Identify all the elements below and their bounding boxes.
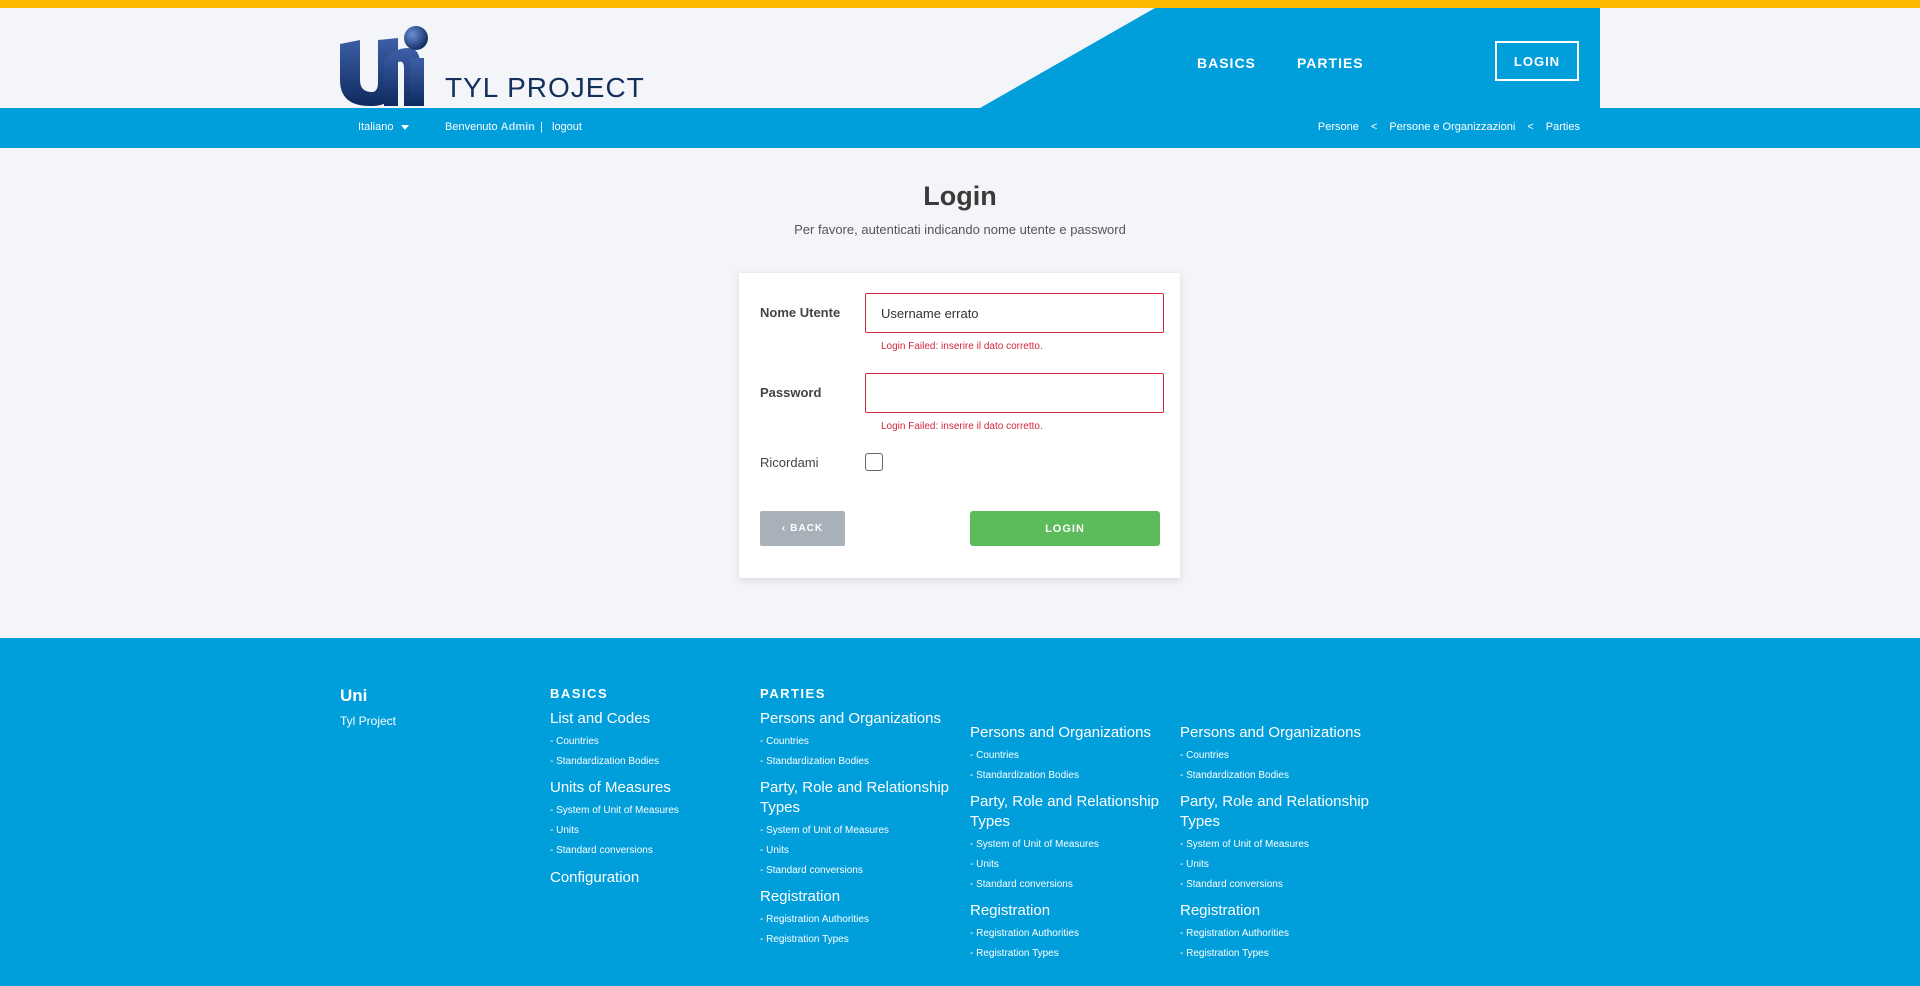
footer-section-title[interactable]: Registration — [1180, 901, 1370, 921]
footer-link[interactable]: - Countries — [970, 746, 1160, 766]
password-label: Password — [760, 385, 822, 400]
footer-link[interactable]: - System of Unit of Measures — [760, 821, 950, 841]
back-button[interactable]: ‹ BACK — [760, 511, 845, 546]
footer-brand-name: Uni — [340, 686, 368, 705]
chevron-down-icon — [401, 124, 410, 130]
footer-section-title[interactable]: Party, Role and Relationship Types — [1180, 792, 1370, 832]
footer-parties-column-1: PARTIES Persons and Organizations - Coun… — [760, 686, 950, 950]
footer-basics-column: BASICS List and Codes - Countries - Stan… — [550, 686, 740, 886]
footer-link[interactable]: - Countries — [550, 732, 740, 752]
logout-link[interactable]: logout — [552, 121, 582, 133]
welcome-message: Benvenuto Admin — [445, 121, 535, 133]
footer-link[interactable]: - Registration Types — [970, 944, 1160, 964]
nav-parties[interactable]: PARTIES — [1297, 55, 1364, 71]
logo-text: TYL PROJECT — [445, 72, 645, 103]
footer-link[interactable]: - Registration Types — [760, 930, 950, 950]
footer-link[interactable]: - Units — [970, 855, 1160, 875]
footer-section-title[interactable]: Registration — [970, 901, 1160, 921]
language-selector[interactable]: Italiano — [358, 121, 410, 133]
footer-link[interactable]: - Countries — [1180, 746, 1370, 766]
footer-section-title[interactable]: Persons and Organizations — [760, 709, 950, 729]
back-label: BACK — [790, 523, 824, 534]
footer-section-title[interactable]: Party, Role and Relationship Types — [970, 792, 1160, 832]
username-error: Login Failed: inserire il dato corretto. — [881, 341, 1043, 352]
footer-section-title[interactable]: Units of Measures — [550, 778, 740, 798]
welcome-label: Benvenuto — [445, 121, 498, 133]
footer-parties-column-3: Persons and Organizations - Countries - … — [1180, 717, 1370, 964]
footer-link[interactable]: - Standard conversions — [1180, 875, 1370, 895]
subbar-separator: | — [540, 121, 543, 133]
footer-brand: Uni Tyl Project — [340, 686, 396, 728]
footer-link[interactable]: - Standard conversions — [970, 875, 1160, 895]
username-label: Nome Utente — [760, 305, 841, 320]
footer-link[interactable]: - Registration Types — [1180, 944, 1370, 964]
password-error: Login Failed: inserire il dato corretto. — [881, 421, 1043, 432]
footer-link[interactable]: - Standardization Bodies — [760, 752, 950, 772]
footer-parties-heading: PARTIES — [760, 686, 826, 701]
footer-link[interactable]: - Units — [1180, 855, 1370, 875]
footer-link[interactable]: - Units — [550, 821, 740, 841]
site-header: TYL PROJECT BASICS PARTIES LOGIN — [0, 8, 1920, 108]
footer-link[interactable]: - Standardization Bodies — [1180, 766, 1370, 786]
footer-section-title[interactable]: Persons and Organizations — [970, 723, 1160, 743]
login-submit-button[interactable]: LOGIN — [970, 511, 1160, 546]
login-form-card: Nome Utente Login Failed: inserire il da… — [739, 273, 1180, 578]
password-input[interactable] — [865, 373, 1164, 413]
footer-link[interactable]: - Registration Authorities — [760, 910, 950, 930]
sub-navigation-bar: Italiano Benvenuto Admin | logout Person… — [0, 108, 1920, 148]
footer-section-title[interactable]: Persons and Organizations — [1180, 723, 1370, 743]
footer-basics-heading: BASICS — [550, 686, 609, 701]
footer-link[interactable]: - System of Unit of Measures — [970, 835, 1160, 855]
footer-section-title[interactable]: List and Codes — [550, 709, 740, 729]
page-subtitle: Per favore, autenticati indicando nome u… — [794, 222, 1126, 237]
footer-brand-sub: Tyl Project — [340, 714, 397, 728]
footer-parties-column-2: Persons and Organizations - Countries - … — [970, 717, 1160, 964]
footer-link[interactable]: - System of Unit of Measures — [550, 801, 740, 821]
footer-configuration-link[interactable]: Configuration — [550, 869, 740, 886]
breadcrumb: Persone < Persone e Organizzazioni < Par… — [1318, 121, 1580, 133]
breadcrumb-separator: < — [1527, 121, 1534, 133]
remember-me-label: Ricordami — [760, 455, 819, 470]
footer-link[interactable]: - Registration Authorities — [1180, 924, 1370, 944]
breadcrumb-item-persone[interactable]: Persone — [1318, 121, 1359, 133]
nav-basics[interactable]: BASICS — [1197, 55, 1256, 71]
chevron-left-icon: ‹ — [781, 523, 787, 534]
top-accent-strip — [0, 0, 1920, 8]
language-label: Italiano — [358, 121, 394, 133]
breadcrumb-item-parties[interactable]: Parties — [1546, 121, 1580, 133]
footer-section-title[interactable]: Registration — [760, 887, 950, 907]
footer-link[interactable]: - Standardization Bodies — [550, 752, 740, 772]
page-title: Login — [923, 181, 997, 211]
remember-me-checkbox[interactable] — [865, 453, 883, 471]
user-name: Admin — [500, 121, 535, 133]
username-input[interactable] — [865, 293, 1164, 333]
footer-link[interactable]: - Standardization Bodies — [970, 766, 1160, 786]
breadcrumb-separator: < — [1370, 121, 1378, 133]
footer-link[interactable]: - Units — [760, 841, 950, 861]
footer-link[interactable]: - Countries — [760, 732, 950, 752]
header-login-button[interactable]: LOGIN — [1495, 41, 1579, 81]
breadcrumb-item-persone-organizzazioni[interactable]: Persone e Organizzazioni — [1389, 121, 1515, 133]
footer-link[interactable]: - Registration Authorities — [970, 924, 1160, 944]
footer-link[interactable]: - Standard conversions — [550, 841, 740, 861]
footer-section-title[interactable]: Party, Role and Relationship Types — [760, 778, 950, 818]
footer-link[interactable]: - Standard conversions — [760, 861, 950, 881]
site-footer: Uni Tyl Project BASICS List and Codes - … — [0, 638, 1920, 986]
footer-link[interactable]: - System of Unit of Measures — [1180, 835, 1370, 855]
